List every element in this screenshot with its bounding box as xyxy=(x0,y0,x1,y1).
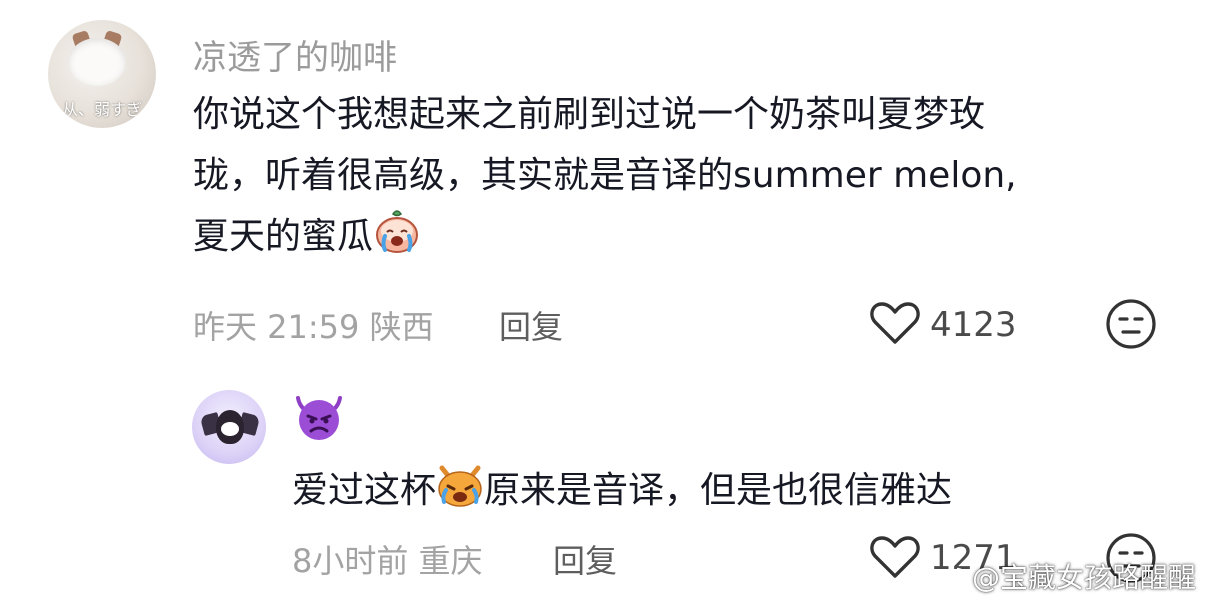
comment-location: 陕西 xyxy=(369,308,434,346)
comment-username[interactable]: 凉透了的咖啡 xyxy=(193,30,397,79)
comment-text: 你说这个我想起来之前刷到过说一个奶茶叫夏梦玫 珑，听着很高级，其实就是音译的su… xyxy=(193,84,1153,267)
reply-meta: 8小时前 重庆 xyxy=(292,536,483,582)
smiling-devil-icon xyxy=(292,396,346,452)
reply-to-reply-button[interactable]: 回复 xyxy=(553,536,617,582)
comment-meta: 昨天 21:59 陕西 xyxy=(193,302,434,348)
crying-cake-emoji-icon xyxy=(373,208,421,253)
comment-line-3: 夏天的蜜瓜 xyxy=(193,206,1153,267)
avatar-caption: 从、弱すぎ xyxy=(62,100,143,119)
neutral-face-icon xyxy=(1105,299,1157,354)
reply-location: 重庆 xyxy=(418,542,483,580)
like-button[interactable] xyxy=(869,300,921,350)
comment-line-3-text: 夏天的蜜瓜 xyxy=(193,216,374,257)
dislike-button[interactable] xyxy=(1105,298,1157,354)
reply-username[interactable]: 😈 xyxy=(292,392,346,452)
comment-line-1: 你说这个我想起来之前刷到过说一个奶茶叫夏梦玫 xyxy=(193,94,986,135)
weibo-icon xyxy=(934,565,968,600)
reply-like-button[interactable] xyxy=(869,534,921,584)
reply-button[interactable]: 回复 xyxy=(499,302,563,348)
reply-text-after: 原来是音译，但是也很信雅达 xyxy=(484,470,953,511)
like-count: 4123 xyxy=(930,305,1017,345)
reply-text-before: 爱过这杯 xyxy=(292,470,437,511)
comment-line-2: 珑，听着很高级，其实就是音译的summer melon, xyxy=(193,155,1017,196)
reply-comment-text: 爱过这杯 原来是音译，但是也很信雅达 xyxy=(292,460,952,521)
user-avatar[interactable]: 从、弱すぎ xyxy=(48,20,156,128)
reply-time: 8小时前 xyxy=(292,542,409,580)
heart-outline-icon xyxy=(869,302,921,350)
watermark: @宝藏女孩路醒醒 xyxy=(934,556,1196,600)
reply-user-avatar[interactable] xyxy=(192,390,266,464)
crying-cat-emoji-icon xyxy=(436,464,484,508)
comment-time: 昨天 21:59 xyxy=(193,308,360,346)
heart-outline-icon xyxy=(869,536,921,584)
watermark-text: @宝藏女孩路醒醒 xyxy=(971,561,1196,594)
